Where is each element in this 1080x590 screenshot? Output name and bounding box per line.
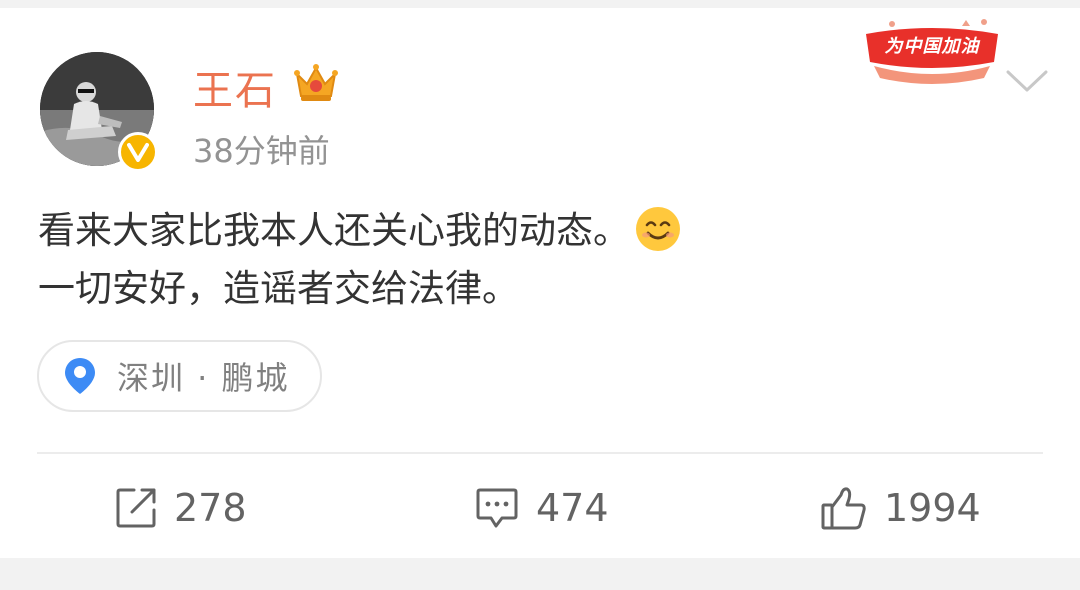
promo-text: 为中国加油: [884, 36, 980, 57]
post-text-line-1: 看来大家比我本人还关心我的动态。: [38, 202, 1038, 260]
post-text-line-2: 一切安好，造谣者交给法律。: [38, 267, 519, 310]
like-button[interactable]: 1994: [820, 478, 981, 538]
author-name[interactable]: 王石: [193, 58, 277, 116]
location-pin-icon: [65, 358, 95, 394]
comment-icon: [476, 488, 518, 528]
repost-count: 278: [174, 486, 247, 530]
promo-badge[interactable]: 为中国加油: [862, 16, 1002, 88]
repost-button[interactable]: 278: [114, 478, 247, 538]
smiling-face-icon: [636, 206, 680, 251]
chevron-down-icon[interactable]: [1004, 66, 1050, 96]
post-text-1: 看来大家比我本人还关心我的动态。: [38, 209, 630, 252]
location-chip[interactable]: 深圳 · 鹏城: [37, 340, 322, 412]
divider: [37, 452, 1043, 454]
post-time: 38分钟前: [193, 132, 330, 170]
comment-button[interactable]: 474: [474, 478, 609, 538]
repost-icon: [116, 488, 156, 528]
thumbs-up-icon: [821, 487, 866, 530]
crown-icon: [294, 64, 338, 101]
weibo-post-card: 王石 38分钟前 为中国加油 看来大家比我本人还关心我的动态。 一切安好，造谣者…: [0, 8, 1080, 558]
like-count: 1994: [884, 486, 981, 530]
verified-v-icon: [118, 132, 158, 172]
post-body: 看来大家比我本人还关心我的动态。 一切安好，造谣者交给法律。: [38, 202, 1038, 318]
location-label: 深圳 · 鹏城: [117, 359, 290, 397]
comment-count: 474: [536, 486, 609, 530]
